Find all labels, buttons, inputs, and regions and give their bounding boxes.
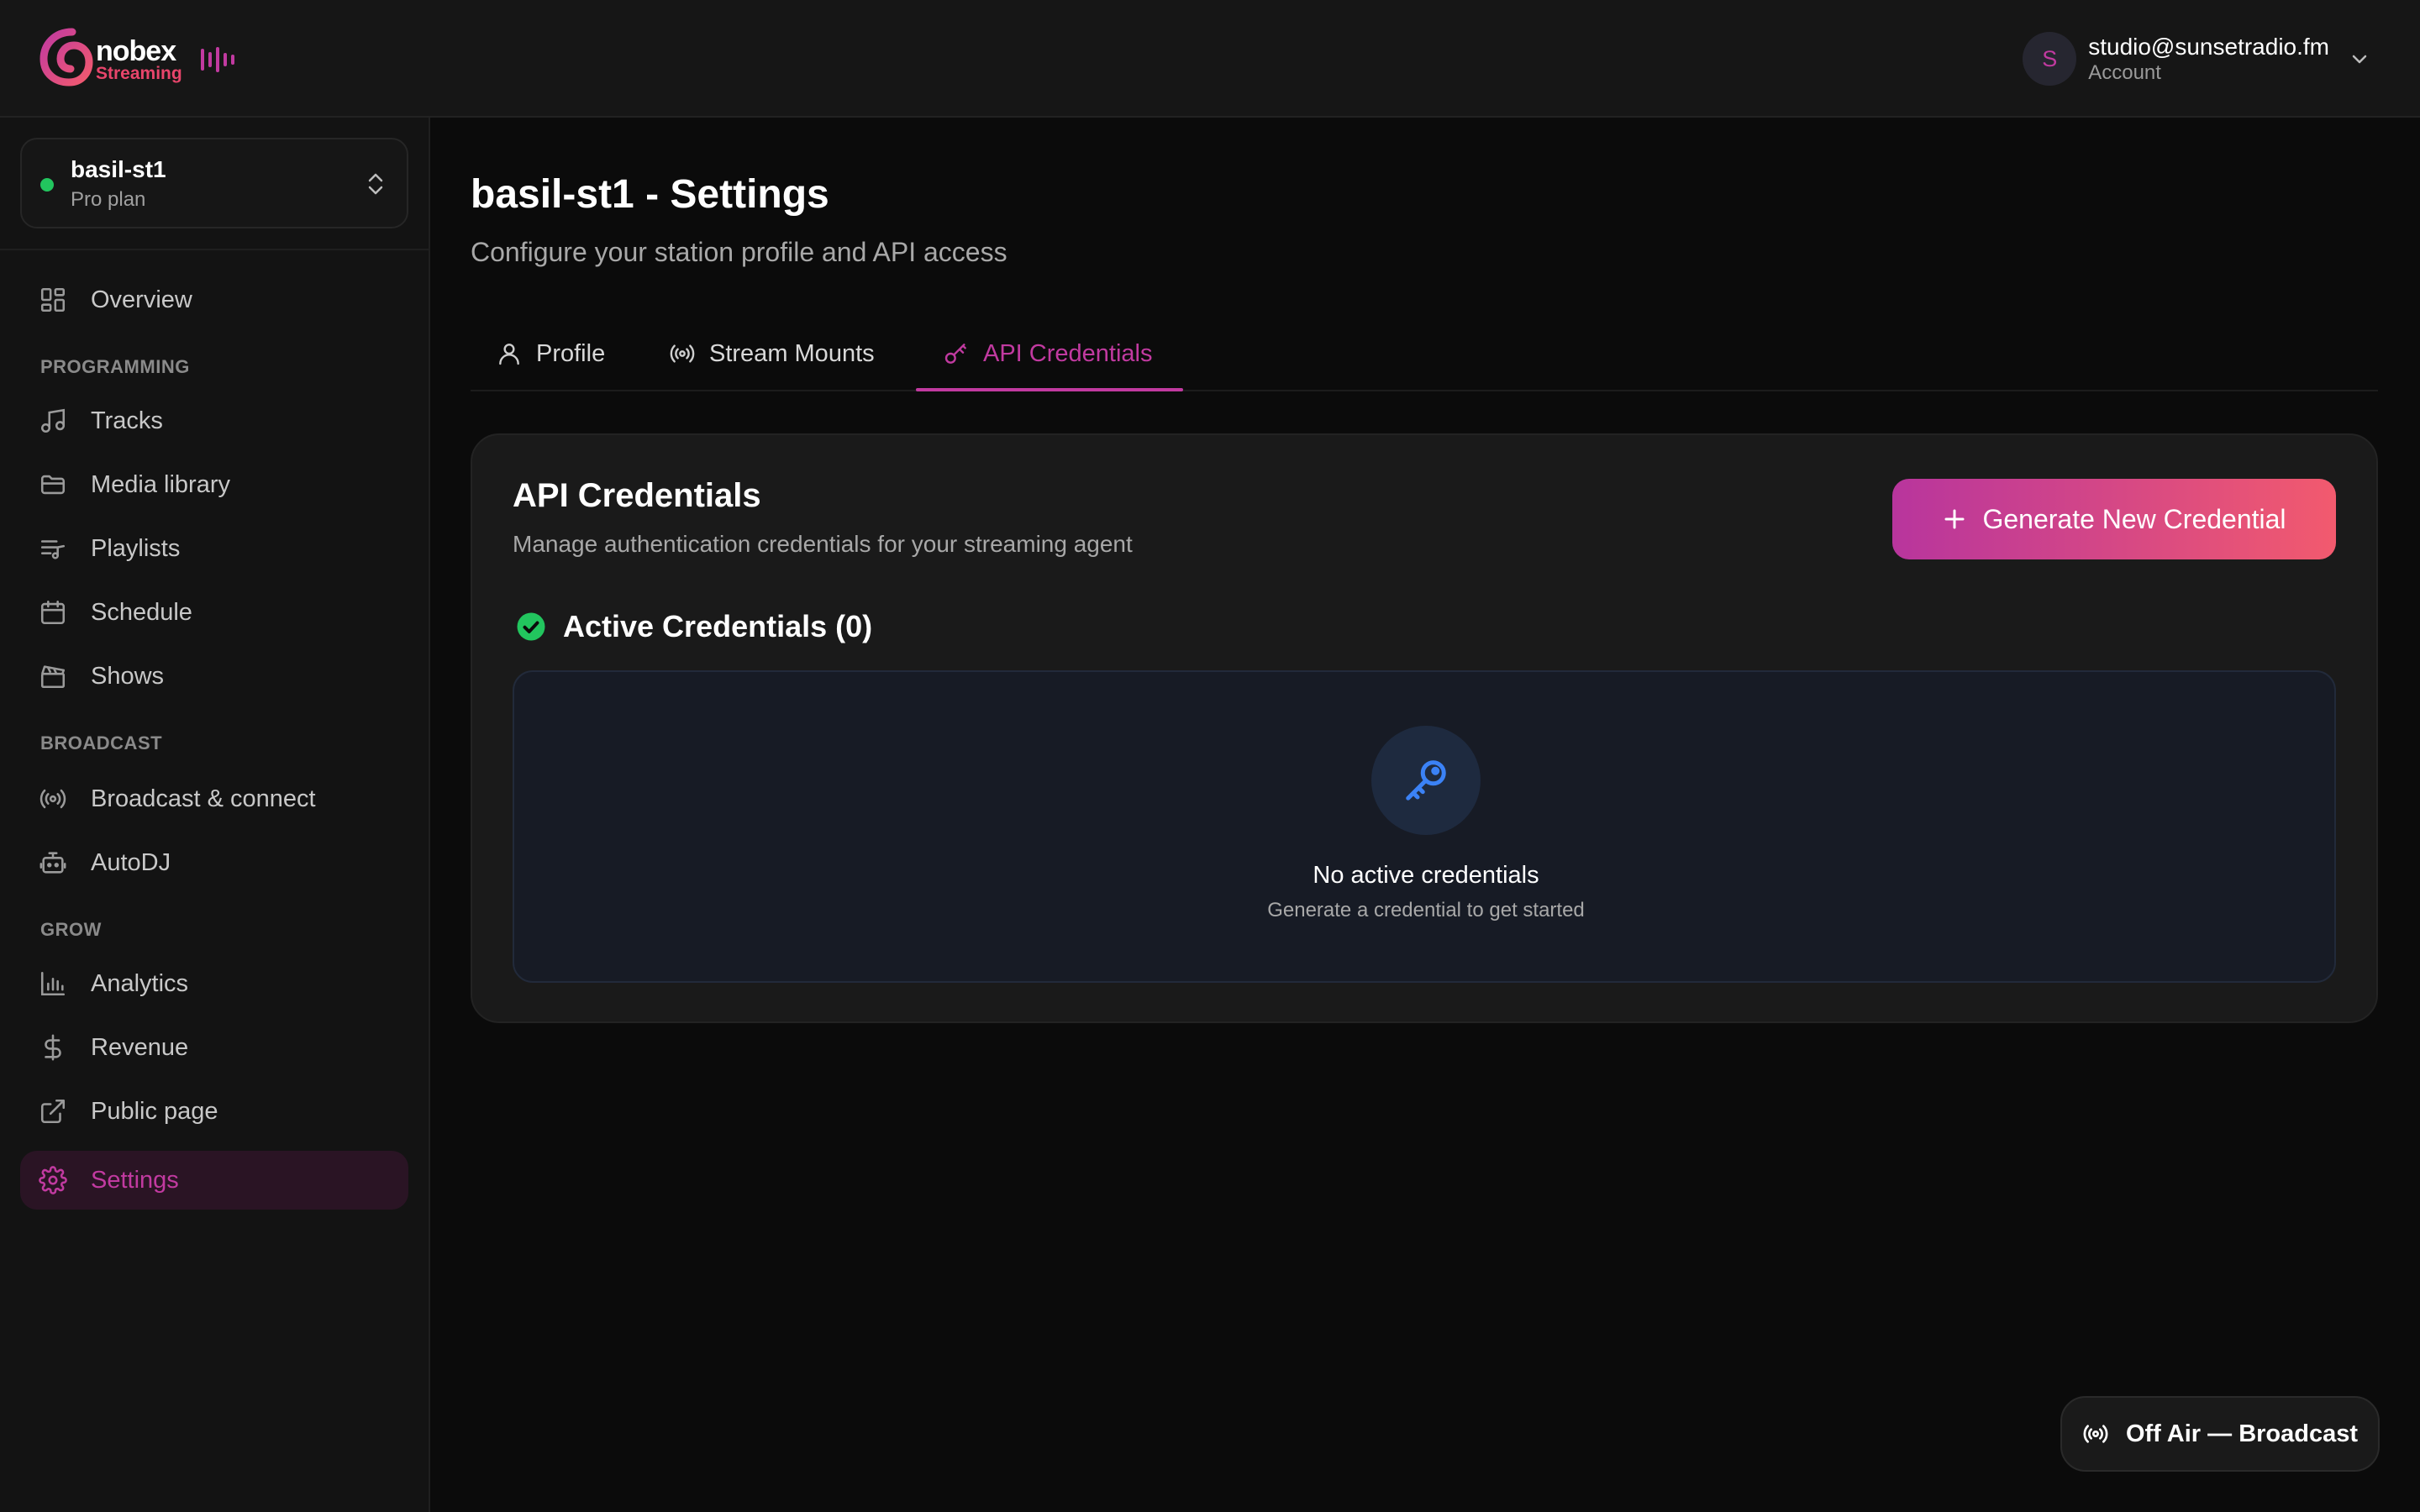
api-credentials-card: API Credentials Manage authentication cr… — [471, 433, 2378, 1023]
empty-state-title: No active credentials — [1313, 862, 1539, 889]
broadcast-status-label: Off Air — Broadcast — [2125, 1420, 2359, 1447]
external-link-icon — [40, 1099, 66, 1124]
nav-section-broadcast: BROADCAST — [40, 732, 163, 753]
sidebar-item-playlists[interactable]: Playlists — [20, 519, 408, 578]
music-note-icon — [40, 408, 66, 433]
key-icon — [1406, 760, 1446, 801]
bar-chart-icon — [40, 971, 66, 996]
sidebar-item-label: Overview — [91, 286, 192, 313]
account-label: Account — [2088, 61, 2161, 84]
empty-state: No active credentials Generate a credent… — [513, 670, 2336, 983]
sidebar-item-label: Media library — [91, 470, 230, 498]
account-menu[interactable]: S studio@sunsetradio.fm Account — [2023, 25, 2370, 92]
station-plan: Pro plan — [71, 188, 146, 211]
active-credentials-heading: Active Credentials (0) — [516, 608, 872, 645]
tab-label: Profile — [536, 339, 606, 367]
tab-profile[interactable]: Profile — [496, 316, 605, 391]
key-icon — [944, 344, 966, 364]
page-subtitle: Configure your station profile and API a… — [471, 237, 1007, 267]
sidebar-item-settings[interactable]: Settings — [20, 1151, 408, 1210]
broadcast-status-button[interactable]: Off Air — Broadcast — [2060, 1396, 2380, 1472]
gear-icon — [39, 1166, 67, 1194]
sidebar-item-schedule[interactable]: Schedule — [20, 583, 408, 642]
sidebar-item-label: Schedule — [91, 598, 192, 626]
sidebar-item-tracks[interactable]: Tracks — [20, 391, 408, 450]
check-circle-icon — [517, 612, 545, 641]
sidebar-item-label: Shows — [91, 662, 165, 690]
sidebar-item-overview[interactable]: Overview — [20, 270, 408, 329]
logo-tagline: Streaming — [96, 64, 182, 83]
station-switcher[interactable]: basil-st1 Pro plan — [20, 138, 408, 228]
playlist-icon — [40, 540, 66, 559]
robot-icon — [39, 852, 66, 874]
sidebar-item-shows[interactable]: Shows — [20, 647, 408, 706]
radio-waves-icon — [2083, 1425, 2108, 1443]
sidebar-item-label: Revenue — [91, 1033, 189, 1061]
sidebar-item-media-library[interactable]: Media library — [20, 455, 408, 514]
user-icon — [499, 344, 519, 365]
radio-waves-icon — [670, 344, 695, 363]
sidebar-item-label: AutoDJ — [91, 848, 171, 876]
logo-wordmark: nobex — [96, 35, 176, 67]
dashboard-grid-icon — [40, 287, 66, 312]
folder-icon — [40, 475, 66, 495]
logo-mark-icon — [39, 24, 93, 92]
sidebar-divider — [0, 249, 429, 250]
station-status-dot — [40, 178, 54, 192]
page-title: basil-st1 - Settings — [471, 172, 829, 217]
chevron-down-icon — [2352, 55, 2367, 64]
generate-credential-button[interactable]: Generate New Credential — [1892, 479, 2336, 559]
chevrons-up-down-icon — [368, 173, 383, 195]
sidebar-item-broadcast-connect[interactable]: Broadcast & connect — [20, 769, 408, 828]
sidebar: basil-st1 Pro plan Overview PROGRAMMING … — [0, 118, 430, 1512]
calendar-icon — [40, 600, 66, 625]
avatar: S — [2023, 32, 2077, 86]
radio-waves-icon — [39, 789, 66, 809]
nav-section-programming: PROGRAMMING — [40, 356, 190, 377]
active-tab-indicator — [916, 388, 1183, 391]
sidebar-item-autodj[interactable]: AutoDJ — [20, 833, 408, 892]
settings-tabs: Profile Stream Mounts API Credentials — [471, 316, 2378, 391]
sidebar-item-label: Playlists — [91, 534, 181, 562]
sidebar-item-revenue[interactable]: Revenue — [20, 1018, 408, 1077]
active-credentials-label: Active Credentials (0) — [563, 609, 873, 643]
nav-section-grow: GROW — [40, 919, 102, 940]
top-bar: nobex Streaming S studio@sunsetradio.fm … — [0, 0, 2420, 118]
empty-state-subtitle: Generate a credential to get started — [1267, 899, 1585, 921]
sidebar-item-analytics[interactable]: Analytics — [20, 954, 408, 1013]
plus-icon — [1944, 509, 1965, 529]
sidebar-item-label: Analytics — [91, 969, 189, 997]
tab-label: Stream Mounts — [709, 339, 875, 367]
tab-label: API Credentials — [983, 339, 1153, 367]
generate-credential-label: Generate New Credential — [1982, 503, 2286, 534]
clapperboard-icon — [40, 665, 66, 689]
sidebar-item-public-page[interactable]: Public page — [20, 1082, 408, 1141]
card-title: API Credentials — [513, 477, 761, 514]
empty-state-icon-wrap — [1371, 726, 1481, 835]
tab-stream-mounts[interactable]: Stream Mounts — [669, 316, 875, 391]
sidebar-item-label: Broadcast & connect — [91, 785, 316, 812]
account-email: studio@sunsetradio.fm — [2088, 34, 2329, 60]
audio-bars-icon — [201, 47, 234, 72]
tab-api-credentials[interactable]: API Credentials — [943, 316, 1153, 391]
card-description: Manage authentication credentials for yo… — [513, 531, 1133, 557]
station-name: basil-st1 — [71, 156, 166, 182]
dollar-icon — [45, 1034, 61, 1061]
sidebar-item-label: Public page — [91, 1097, 218, 1125]
sidebar-item-label: Tracks — [91, 407, 163, 434]
account-info: studio@sunsetradio.fm Account — [2088, 33, 2329, 85]
sidebar-item-label: Settings — [91, 1166, 179, 1194]
